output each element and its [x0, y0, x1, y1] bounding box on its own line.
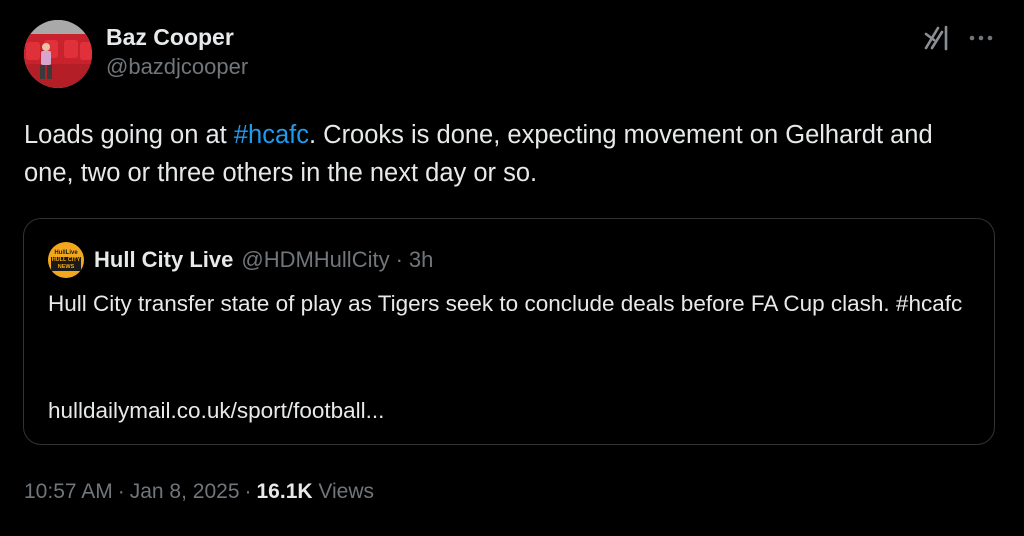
tweet-time[interactable]: 10:57 AM	[24, 480, 113, 503]
quoted-avatar-logo-line1: HULL CITY	[51, 257, 81, 263]
quoted-timestamp[interactable]: 3h	[409, 247, 433, 273]
quoted-avatar-logo-line2: NEWS	[57, 264, 75, 270]
tweet-metadata: 10:57 AM · Jan 8, 2025 · 16.1K Views	[24, 477, 374, 507]
quoted-tweet-link[interactable]: hulldailymail.co.uk/sport/football...	[48, 394, 384, 428]
quoted-avatar-brand: HullLive	[54, 250, 78, 256]
meta-separator: ·	[117, 480, 125, 503]
author-avatar[interactable]	[24, 20, 92, 88]
views-count: 16.1K	[256, 480, 313, 503]
meta-separator: ·	[244, 480, 252, 503]
hashtag-link[interactable]: #hcafc	[234, 121, 309, 149]
tweet: Baz Cooper @bazdjcooper Loads going on a…	[0, 0, 1024, 536]
quoted-tweet-text: Hull City transfer state of play as Tige…	[48, 291, 963, 316]
views-label: Views	[318, 480, 375, 503]
more-options-icon[interactable]	[966, 26, 996, 50]
author-info: Baz Cooper @bazdjcooper	[106, 22, 248, 82]
quoted-avatar-logo: HULL CITY NEWS	[51, 257, 81, 271]
quoted-tweet-card[interactable]: HullLive HULL CITY NEWS Hull City Live @…	[23, 218, 995, 445]
grok-icon[interactable]	[920, 22, 952, 54]
avatar-image	[24, 20, 92, 88]
tweet-text: Loads going on at #hcafc. Crooks is done…	[24, 116, 984, 192]
quoted-author-avatar[interactable]: HullLive HULL CITY NEWS	[48, 242, 84, 278]
quoted-tweet-header: HullLive HULL CITY NEWS Hull City Live @…	[48, 242, 433, 278]
quoted-separator: ·	[395, 247, 403, 272]
author-display-name[interactable]: Baz Cooper	[106, 22, 248, 52]
quoted-author-handle[interactable]: @HDMHullCity	[241, 247, 389, 273]
quoted-author-name[interactable]: Hull City Live	[94, 247, 233, 273]
tweet-date[interactable]: Jan 8, 2025	[130, 480, 240, 503]
tweet-text-before: Loads going on at	[24, 121, 234, 149]
author-handle[interactable]: @bazdjcooper	[106, 52, 248, 82]
